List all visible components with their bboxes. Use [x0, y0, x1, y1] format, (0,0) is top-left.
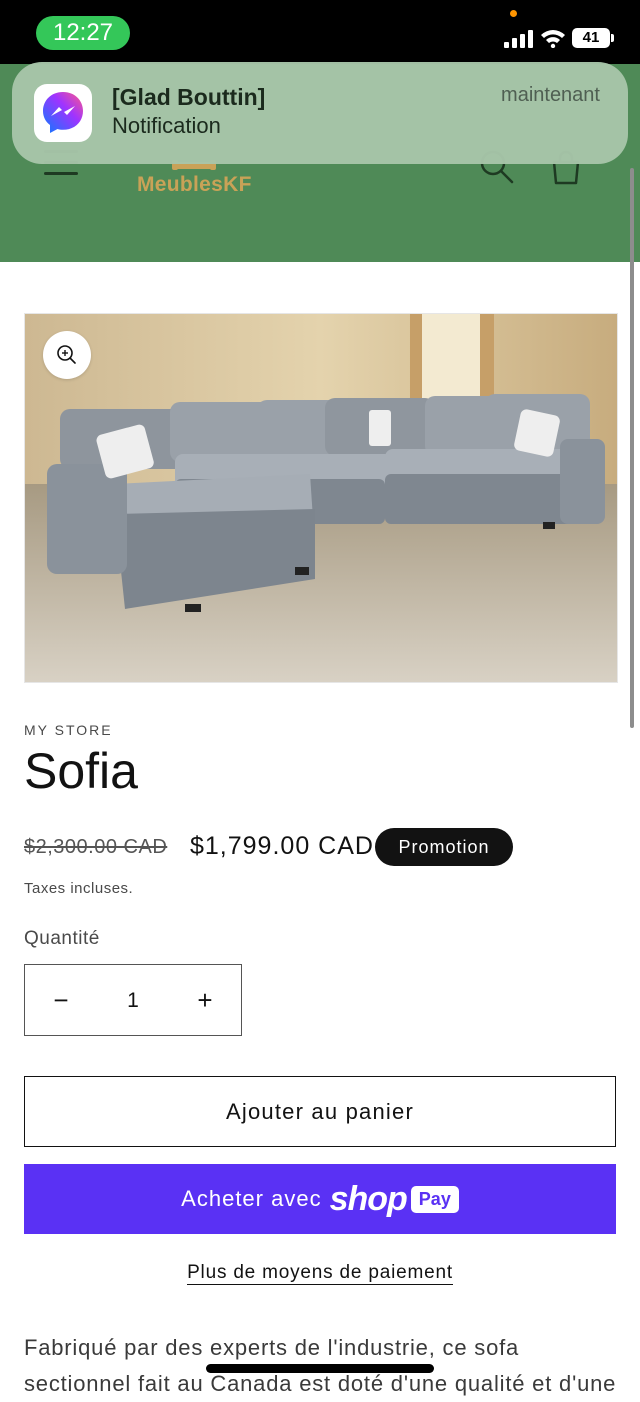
battery-tip	[611, 34, 614, 42]
add-to-cart-button[interactable]: Ajouter au panier	[24, 1076, 616, 1147]
price-row: $2,300.00 CAD $1,799.00 CAD Promotion	[24, 828, 624, 868]
pay-badge: Pay	[410, 1185, 459, 1213]
quantity-input[interactable]: 1	[97, 965, 169, 1035]
sofa-photo	[25, 314, 617, 682]
sale-price: $1,799.00 CAD	[190, 832, 374, 860]
shop-logo: shop	[329, 1179, 408, 1218]
notification-body: Notification	[112, 113, 221, 138]
quantity-label: Quantité	[24, 928, 100, 949]
compare-at-price: $2,300.00 CAD	[24, 836, 168, 858]
signal-bars-icon	[504, 30, 533, 48]
privacy-indicator-dot	[510, 10, 517, 17]
more-payment-options-link-wrap: Plus de moyens de paiement	[0, 1262, 640, 1285]
product-title: Sofia	[24, 743, 138, 799]
store-logo[interactable]: MeublesKF	[137, 173, 252, 197]
quantity-decrease-button[interactable]: −	[25, 965, 97, 1035]
zoom-button[interactable]	[43, 331, 91, 379]
messenger-icon	[34, 84, 92, 142]
quantity-increase-button[interactable]: +	[169, 965, 241, 1035]
status-bar: 12:27 41	[0, 0, 640, 64]
more-payment-options-link[interactable]: Plus de moyens de paiement	[187, 1262, 453, 1285]
notification-title: [Glad Bouttin]	[112, 84, 266, 110]
shop-pay-button[interactable]: Acheter avec shop Pay	[24, 1164, 616, 1234]
shop-pay-prefix: Acheter avec	[181, 1186, 322, 1211]
product-vendor: MY STORE	[24, 722, 113, 738]
notification-time: maintenant	[501, 84, 600, 106]
scrollbar[interactable]	[630, 168, 634, 728]
home-indicator[interactable]	[206, 1364, 434, 1373]
product-image[interactable]	[24, 313, 618, 683]
quantity-stepper: − 1 +	[24, 964, 242, 1036]
sale-badge: Promotion	[375, 828, 513, 866]
status-time: 12:27	[36, 16, 130, 50]
notification-banner[interactable]: [Glad Bouttin] Notification maintenant	[12, 62, 628, 164]
tax-note: Taxes incluses.	[24, 880, 134, 897]
battery-icon: 41	[572, 28, 610, 48]
wifi-icon	[541, 30, 565, 48]
zoom-icon	[57, 345, 76, 364]
